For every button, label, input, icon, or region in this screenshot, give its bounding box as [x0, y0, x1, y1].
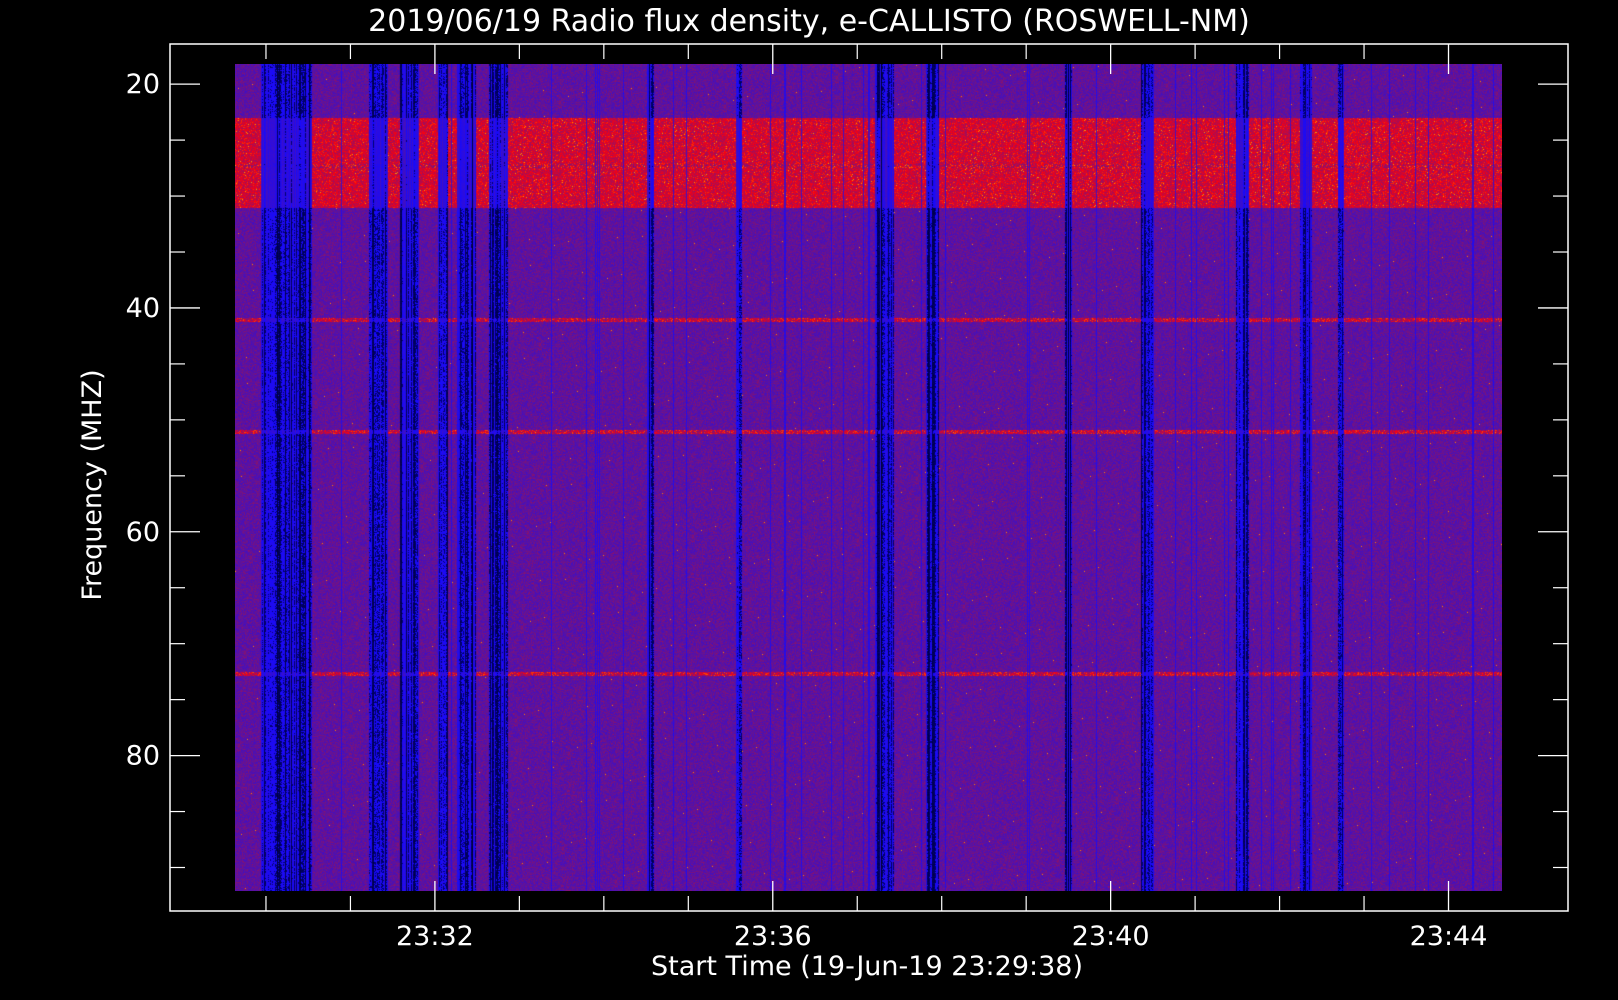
chart-title: 2019/06/19 Radio flux density, e-CALLIST…	[368, 4, 1250, 39]
x-tick-label: 23:40	[1072, 921, 1150, 952]
y-axis-label: Frequency (MHZ)	[77, 369, 108, 600]
x-tick-label: 23:44	[1410, 921, 1488, 952]
y-tick-label: 40	[126, 293, 160, 324]
y-tick-label: 20	[126, 69, 160, 100]
y-tick-label: 80	[126, 741, 160, 772]
x-tick-label: 23:36	[734, 921, 812, 952]
y-tick-label: 60	[126, 517, 160, 548]
spectrogram-image-container	[235, 64, 1502, 891]
spectrogram-image	[235, 64, 1502, 891]
x-tick-label: 23:32	[396, 921, 474, 952]
x-axis-label: Start Time (19-Jun-19 23:29:38)	[651, 951, 1083, 982]
spectrogram-figure: 2019/06/19 Radio flux density, e-CALLIST…	[77, 4, 1569, 982]
